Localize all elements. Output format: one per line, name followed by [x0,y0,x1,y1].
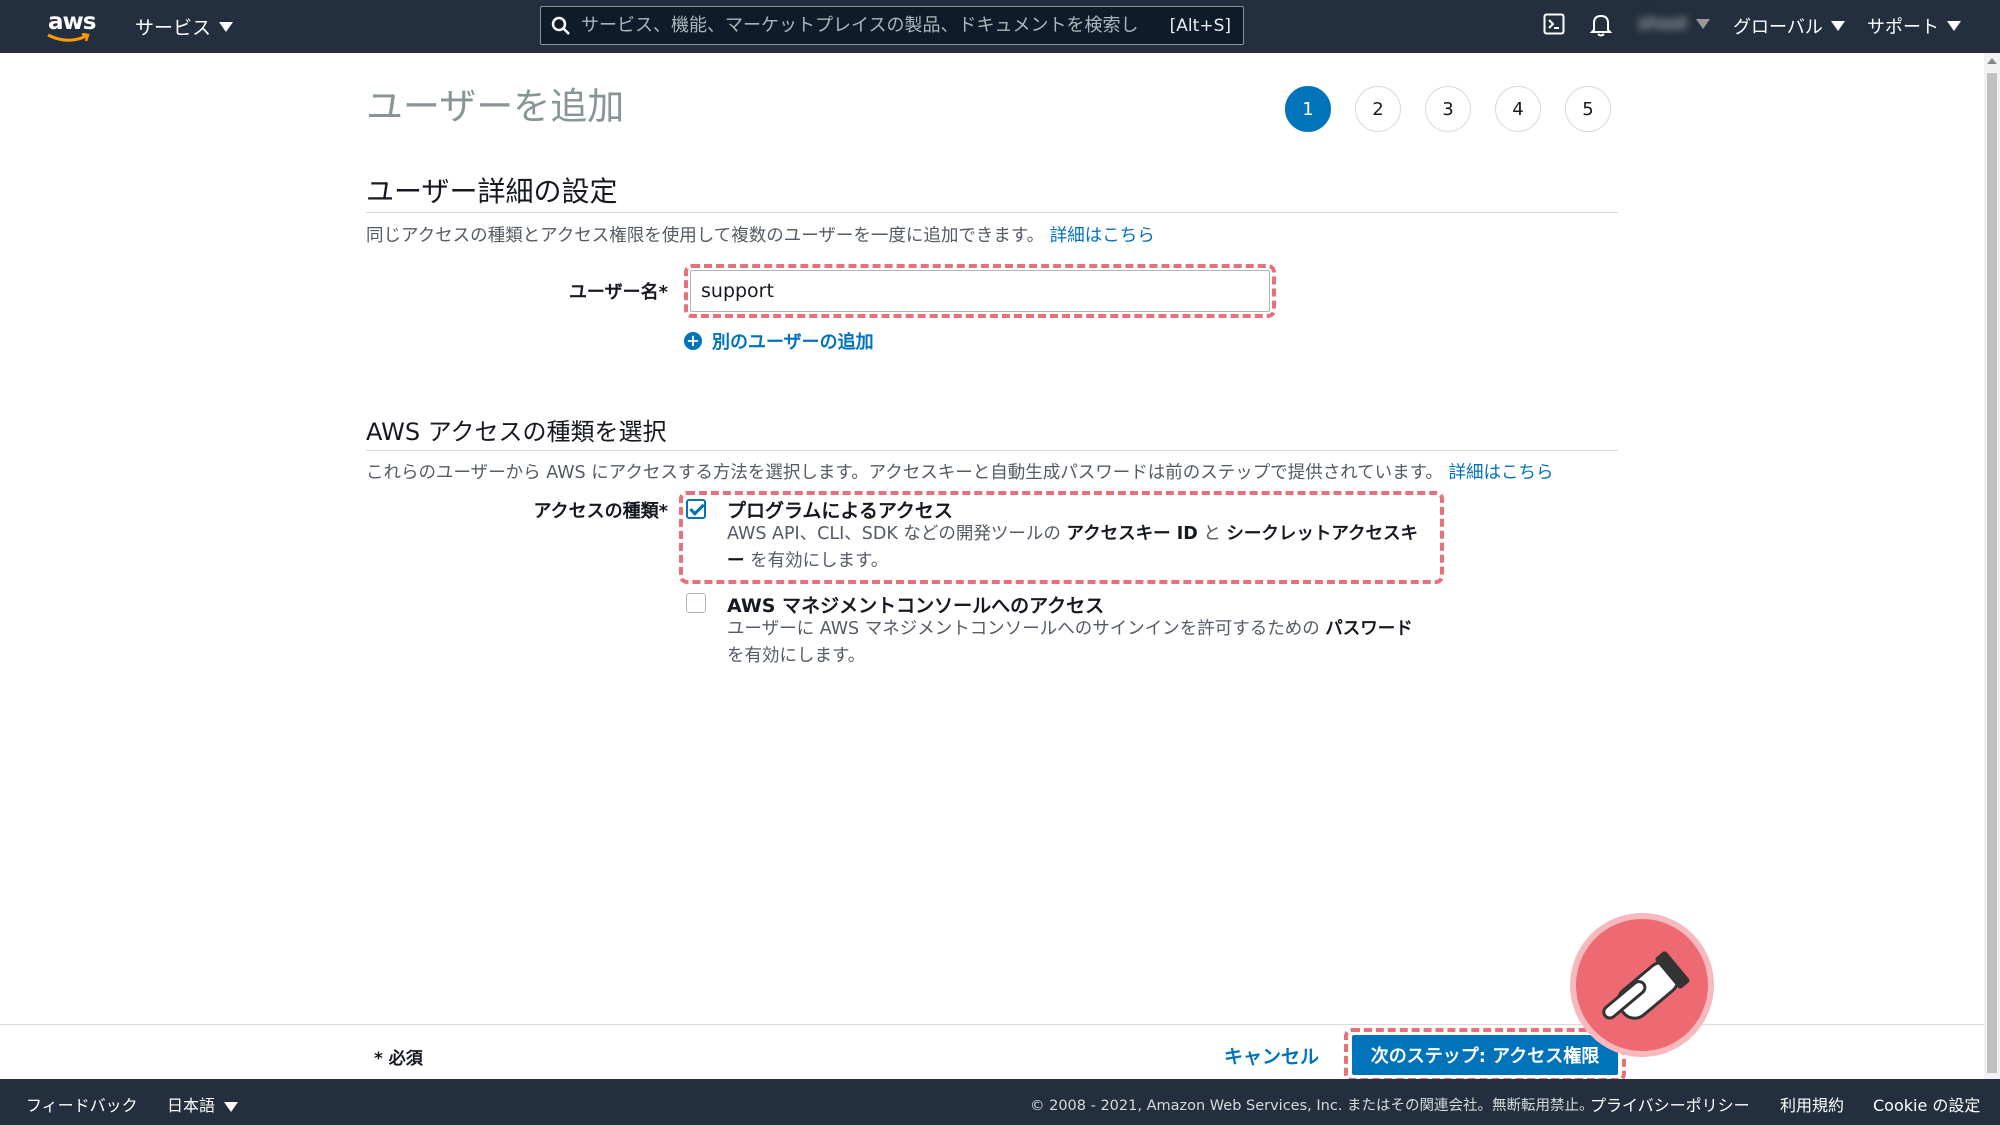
access-type-description: これらのユーザーから AWS にアクセスする方法を選択します。アクセスキーと自動… [366,459,1554,484]
learn-more-link[interactable]: 詳細はこちら [1050,226,1155,246]
account-name: shoot [1638,13,1688,34]
access-type-label: アクセスの種類* [533,501,668,522]
search-shortcut: [Alt+S] [1169,15,1231,36]
add-another-user-link[interactable]: + 別のユーザーの追加 [684,328,874,354]
console-footer: フィードバック 日本語 © 2008 - 2021, Amazon Web Se… [0,1079,2000,1125]
user-details-title: ユーザー詳細の設定 [366,175,618,208]
privacy-policy-link[interactable]: プライバシーポリシー [1590,1092,1750,1116]
cloudshell-button[interactable] [1543,13,1565,35]
cancel-button[interactable]: キャンセル [1224,1042,1319,1069]
caret-down-icon [1830,21,1845,31]
step-3[interactable]: 3 [1425,86,1471,132]
step-1[interactable]: 1 [1285,86,1331,132]
cookie-settings-link[interactable]: Cookie の設定 [1873,1092,1980,1116]
page-title: ユーザーを追加 [366,85,625,128]
scrollbar-thumb[interactable] [1987,73,1997,1073]
user-details-description-text: 同じアクセスの種類とアクセス権限を使用して複数のユーザーを一度に追加できます。 [366,226,1045,246]
region-menu[interactable]: グローバル [1733,13,1845,39]
support-label: サポート [1867,17,1939,38]
step-5[interactable]: 5 [1565,86,1611,132]
scroll-up-icon[interactable] [1987,58,1997,64]
language-selector[interactable]: 日本語 [167,1092,239,1116]
bell-icon [1590,14,1612,37]
username-label: ユーザー名* [568,282,668,303]
step-2[interactable]: 2 [1355,86,1401,132]
search-input[interactable] [581,15,1158,36]
divider [366,450,1618,451]
console-access-checkbox[interactable] [686,593,706,613]
required-note: * 必須 [374,1049,423,1069]
learn-more-link[interactable]: 詳細はこちら [1449,463,1554,483]
aws-smile-icon [47,33,90,42]
step-4[interactable]: 4 [1495,86,1541,132]
caret-down-icon [224,1101,239,1112]
page-scrollbar[interactable] [1984,53,2000,1079]
aws-logo-text: aws [48,9,96,35]
console-access-description: ユーザーに AWS マネジメントコンソールへのサインインを許可するための パスワ… [727,619,1413,666]
highlight-username [684,264,1276,318]
user-details-description: 同じアクセスの種類とアクセス権限を使用して複数のユーザーを一度に追加できます。 … [366,222,1155,247]
search-bar[interactable]: [Alt+S] [540,6,1244,45]
search-icon [541,16,581,36]
highlight-programmatic-access [679,491,1444,584]
access-type-title: AWS アクセスの種類を選択 [366,418,667,446]
support-menu[interactable]: サポート [1867,13,1961,39]
caret-down-icon [219,21,234,32]
plus-circle-icon: + [684,332,702,350]
top-navigation: aws サービス [Alt+S] shoot グローバル サポート [0,0,2000,53]
access-type-description-text: これらのユーザーから AWS にアクセスする方法を選択します。アクセスキーと自動… [366,463,1443,483]
feedback-link[interactable]: フィードバック [26,1092,138,1116]
region-label: グローバル [1733,17,1823,38]
hand-pointer-icon [1570,913,1714,1057]
divider [366,212,1618,213]
account-menu[interactable]: shoot [1638,13,1710,34]
wizard-steps: 1 2 3 4 5 [1285,86,1611,132]
copyright-text: © 2008 - 2021, Amazon Web Services, Inc.… [1030,1098,1594,1114]
notifications-button[interactable] [1590,13,1612,37]
caret-down-icon [1947,21,1961,31]
services-label: サービス [135,17,212,39]
services-menu[interactable]: サービス [135,13,234,40]
cloudshell-icon [1543,13,1565,35]
terms-link[interactable]: 利用規約 [1780,1092,1844,1116]
console-access-title: AWS マネジメントコンソールへのアクセス [727,595,1105,617]
add-another-user-label: 別のユーザーの追加 [712,332,874,353]
caret-down-icon [1695,18,1710,29]
aws-logo[interactable]: aws [46,9,96,45]
